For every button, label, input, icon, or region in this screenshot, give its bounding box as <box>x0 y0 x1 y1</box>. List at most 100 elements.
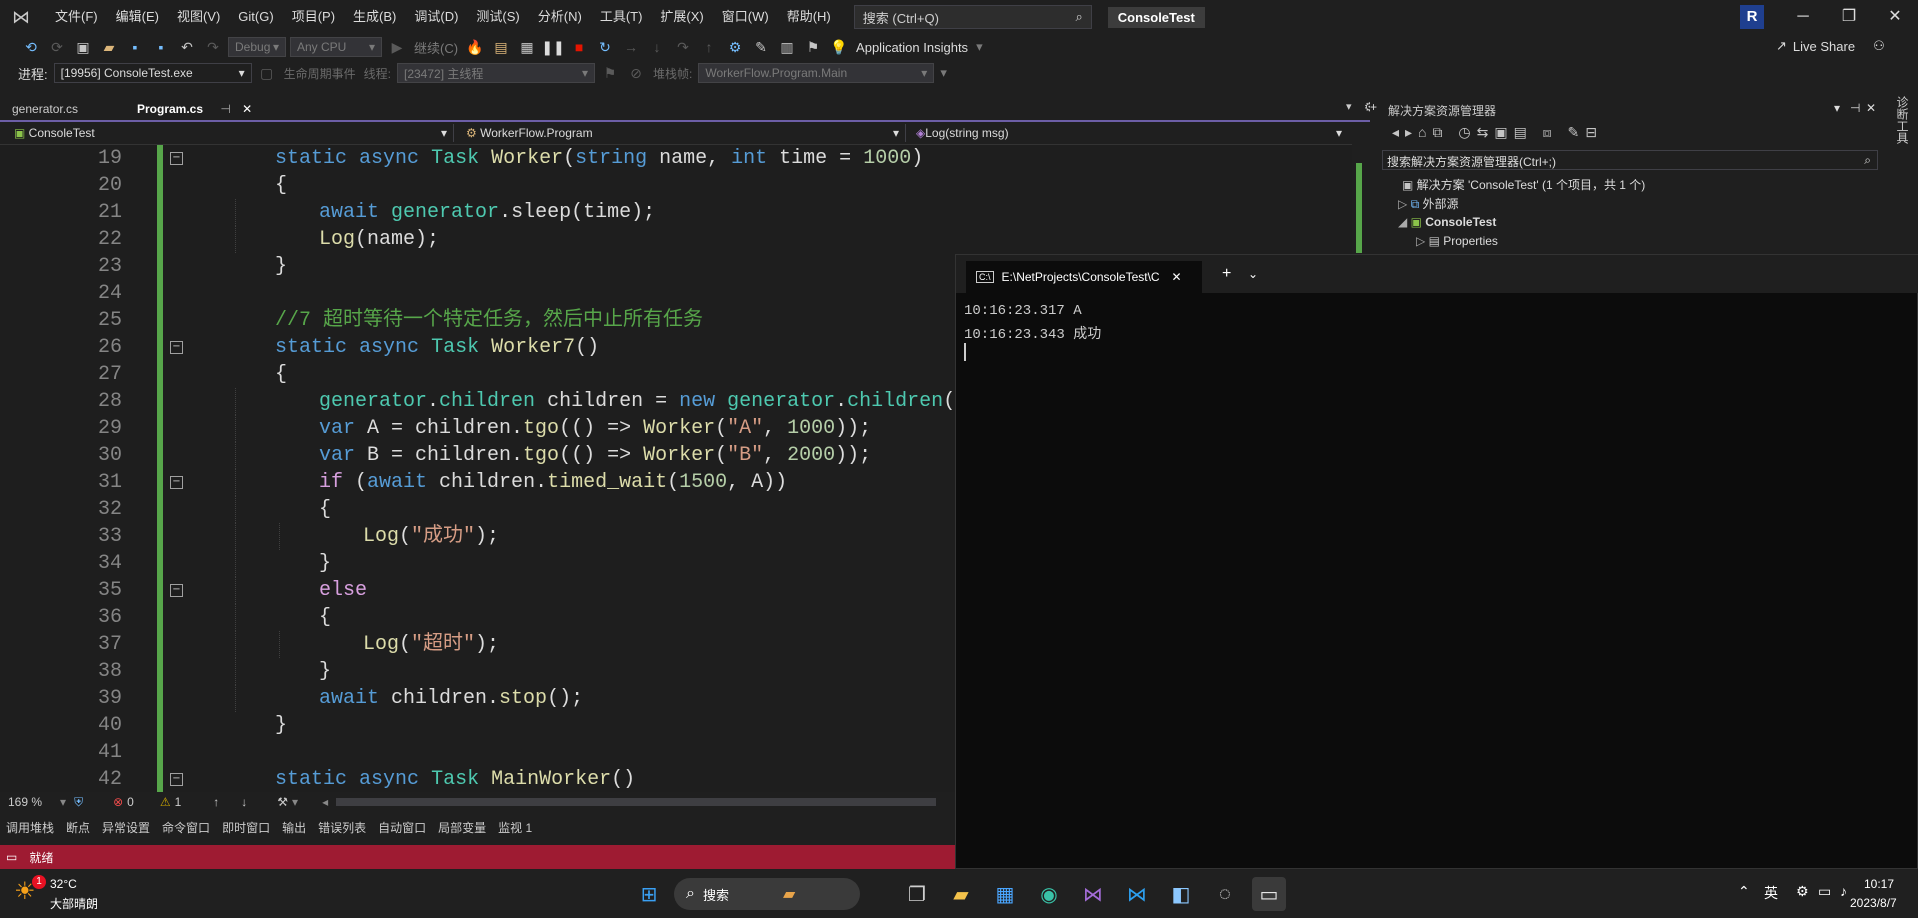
restart-icon[interactable]: ↻ <box>594 36 616 58</box>
menu-analyze[interactable]: 分析(N) <box>529 0 591 34</box>
close-icon[interactable]: ✕ <box>1866 101 1876 115</box>
vscode-icon[interactable]: ⋈ <box>1120 877 1154 911</box>
terminal-app-icon[interactable]: ▭ <box>1252 877 1286 911</box>
comment-icon[interactable]: ▥ <box>776 36 798 58</box>
pin-icon[interactable]: ⊣ <box>1850 101 1860 115</box>
chevron-up-icon[interactable]: ⌃ <box>1738 883 1750 900</box>
global-search-box[interactable]: 搜索 (Ctrl+Q) ⌕ <box>853 5 1092 29</box>
menu-view[interactable]: 视图(V) <box>168 0 229 34</box>
tree-item-properties[interactable]: ▷ ▤ Properties <box>1416 234 1498 248</box>
chevron-down-icon[interactable]: ▾ <box>1834 101 1840 115</box>
tree-item-solution[interactable]: ▣ 解决方案 'ConsoleTest' (1 个项目，共 1 个) <box>1402 176 1645 193</box>
continue-button[interactable]: 继续(C) <box>414 38 458 57</box>
project-navigation-select[interactable]: ▣ ConsoleTest ▾ <box>8 124 454 142</box>
tab-exception-settings[interactable]: 异常设置 <box>102 819 150 836</box>
tab-breakpoints[interactable]: 断点 <box>66 819 90 836</box>
code-line[interactable]: 20 { <box>0 172 1352 199</box>
close-tab-icon[interactable]: ✕ <box>1172 270 1182 284</box>
chevron-down-icon[interactable]: ▾ <box>940 65 947 81</box>
new-tab-icon[interactable]: + <box>1222 265 1231 283</box>
menu-test[interactable]: 测试(S) <box>467 0 528 34</box>
forward-icon[interactable]: ⟳ <box>46 36 68 58</box>
health-icon[interactable]: ⛨ <box>74 795 83 810</box>
volume-icon[interactable]: ♪ <box>1840 883 1847 899</box>
tab-call-stack[interactable]: 调用堆栈 <box>6 819 54 836</box>
code-line[interactable]: 22 Log(name); <box>0 226 1352 253</box>
chevron-down-icon[interactable]: ▾ <box>976 39 983 55</box>
undo-icon[interactable]: ↶ <box>176 36 198 58</box>
tree-item-external-sources[interactable]: ▷ ⧉ 外部源 <box>1398 195 1458 212</box>
collapse-region-icon[interactable]: − <box>170 773 183 786</box>
step-into-icon[interactable]: ↓ <box>646 36 668 58</box>
network-icon[interactable]: ▭ <box>1818 883 1831 900</box>
minimize-icon[interactable]: ─ <box>1780 0 1826 34</box>
tab-program-cs[interactable]: Program.cs ⊣ ✕ <box>129 98 263 120</box>
scroll-left-icon[interactable]: ◂ <box>322 795 328 809</box>
open-file-icon[interactable]: ▰ <box>98 36 120 58</box>
menu-file[interactable]: 文件(F) <box>46 0 107 34</box>
tab-error-list[interactable]: 错误列表 <box>318 819 366 836</box>
collapse-region-icon[interactable]: − <box>170 584 183 597</box>
tab-output[interactable]: 输出 <box>282 819 306 836</box>
configuration-select[interactable]: Debug ▾ <box>228 37 286 57</box>
input-method-indicator[interactable]: 英 <box>1764 883 1778 903</box>
dev-tool-icon[interactable]: ◧ <box>1164 877 1198 911</box>
tab-command-window[interactable]: 命令窗口 <box>162 819 210 836</box>
tree-item-project[interactable]: ◢ ▣ ConsoleTest <box>1398 215 1496 229</box>
tab-autos[interactable]: 自动窗口 <box>378 819 426 836</box>
weather-widget[interactable]: ☀ 1 <box>14 875 46 907</box>
windows-start-icon[interactable]: ⊞ <box>632 877 666 911</box>
new-project-icon[interactable]: ▣ <box>72 36 94 58</box>
menu-window[interactable]: 窗口(W) <box>713 0 778 34</box>
menu-build[interactable]: 生成(B) <box>344 0 405 34</box>
restore-icon[interactable]: ❐ <box>1826 0 1872 34</box>
menu-edit[interactable]: 编辑(E) <box>107 0 168 34</box>
stop-icon[interactable]: ■ <box>568 36 590 58</box>
process-select[interactable]: [19956] ConsoleTest.exe ▾ <box>53 63 252 83</box>
bookmark-icon[interactable]: ⚑ <box>802 36 824 58</box>
chevron-down-icon[interactable]: ▾ <box>292 795 298 809</box>
insights-icon[interactable]: 💡 <box>828 36 850 58</box>
live-share-button[interactable]: ↗ Live Share ⚇ <box>1776 38 1885 54</box>
collapse-region-icon[interactable]: − <box>170 476 183 489</box>
pause-icon[interactable]: ❚❚ <box>541 36 564 58</box>
add-icon[interactable]: + <box>1370 100 1377 114</box>
member-navigation-select[interactable]: ◈Log(string msg) ▾ <box>910 124 1354 142</box>
error-count[interactable]: 0 <box>127 795 134 809</box>
layout-icon[interactable]: ▦ <box>516 36 538 58</box>
tab-generator-cs[interactable]: generator.cs <box>4 98 140 120</box>
code-cleanup-icon[interactable]: ⚒ <box>277 795 288 809</box>
step-over-icon[interactable]: ↷ <box>672 36 694 58</box>
menu-git[interactable]: Git(G) <box>229 0 282 34</box>
thread-select[interactable]: [23472] 主线程 ▾ <box>396 63 595 83</box>
browse-icon[interactable]: ▤ <box>490 36 512 58</box>
error-icon[interactable]: ⊗ <box>113 795 123 809</box>
chevron-down-icon[interactable]: ⌄ <box>1248 267 1258 281</box>
terminal-tab[interactable]: C:\ E:\NetProjects\ConsoleTest\C ✕ <box>966 261 1202 293</box>
microsoft-store-icon[interactable]: ▦ <box>988 877 1022 911</box>
step-out-icon[interactable]: ↑ <box>698 36 720 58</box>
next-issue-icon[interactable]: ↓ <box>241 795 247 809</box>
terminal-window[interactable]: C:\ E:\NetProjects\ConsoleTest\C ✕ + ⌄ 1… <box>955 254 1918 869</box>
taskbar-search[interactable]: ⌕ 搜索 ▰ <box>674 878 860 910</box>
platform-select[interactable]: Any CPU ▾ <box>290 37 382 57</box>
show-next-statement-icon[interactable]: → <box>620 36 642 58</box>
class-navigation-select[interactable]: ⚙ WorkerFlow.Program ▾ <box>460 124 906 142</box>
clock-date[interactable]: 2023/8/7 <box>1850 896 1897 910</box>
lifecycle-events-button[interactable]: 生命周期事件 <box>284 65 356 82</box>
collapse-region-icon[interactable]: − <box>170 152 183 165</box>
edge-browser-icon[interactable]: ◉ <box>1032 877 1066 911</box>
close-window-icon[interactable]: ✕ <box>1872 0 1918 34</box>
redo-icon[interactable]: ↷ <box>202 36 224 58</box>
previous-issue-icon[interactable]: ↑ <box>213 795 219 809</box>
zoom-level[interactable]: 169 % <box>8 795 42 809</box>
breakpoint-icon[interactable]: ✎ <box>750 36 772 58</box>
lifecycle-icon[interactable]: ▢ <box>256 62 278 84</box>
hot-reload-icon[interactable]: 🔥 <box>464 36 486 58</box>
weather-description[interactable]: 大部晴朗 <box>50 895 98 912</box>
warning-count[interactable]: 1 <box>175 795 182 809</box>
tab-immediate-window[interactable]: 即时窗口 <box>222 819 270 836</box>
menu-help[interactable]: 帮助(H) <box>778 0 840 34</box>
ime-settings-icon[interactable]: ⚙ <box>1796 883 1809 900</box>
continue-icon[interactable]: ▶ <box>386 36 408 58</box>
